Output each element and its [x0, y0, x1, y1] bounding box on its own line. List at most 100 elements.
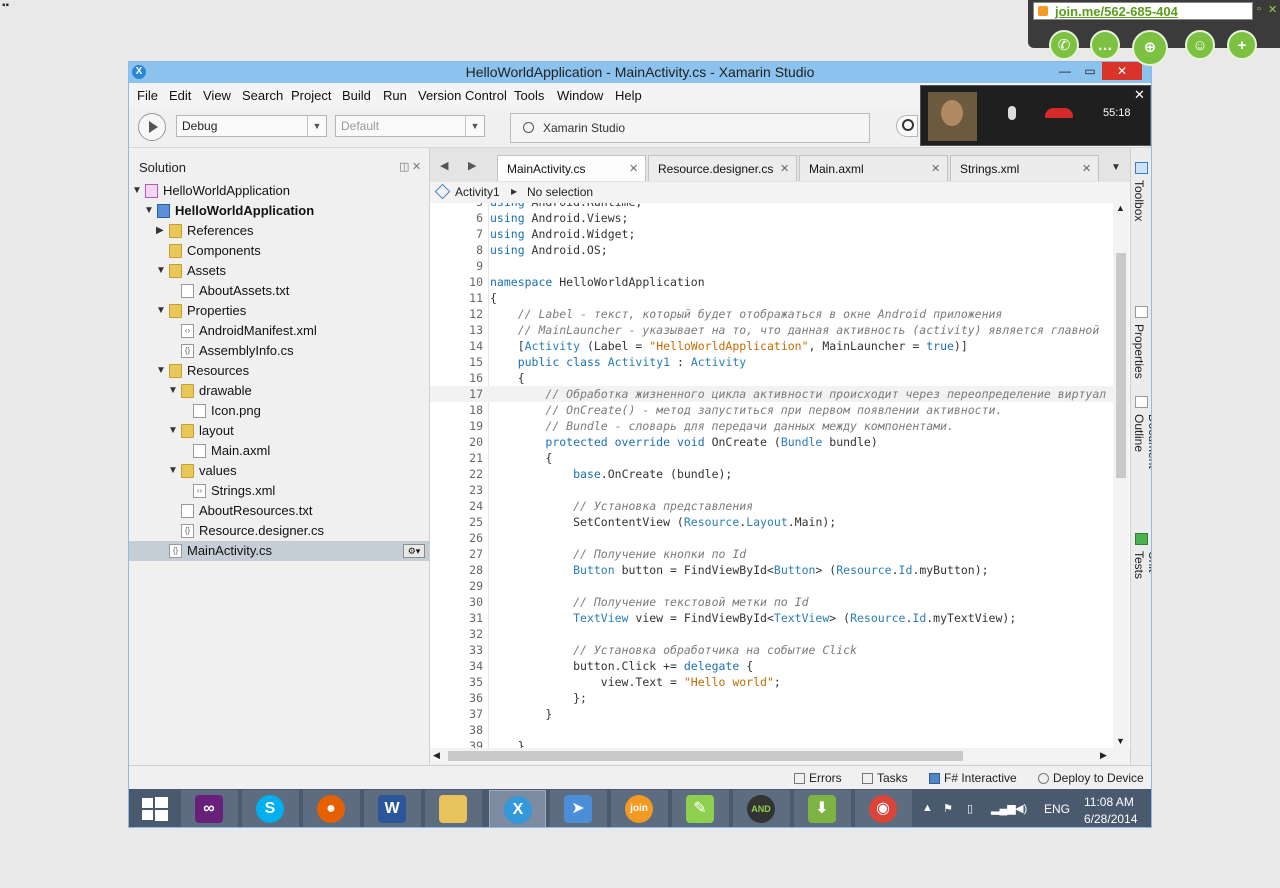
horizontal-scrollbar[interactable]: ◀ ▶: [430, 748, 1130, 764]
start-button[interactable]: [129, 789, 179, 827]
close-icon[interactable]: ✕: [1082, 162, 1091, 175]
code-line[interactable]: 33 // Установка обработчика на событие C…: [430, 642, 1130, 658]
vertical-scrollbar[interactable]: ▲ ▼: [1113, 203, 1129, 748]
scroll-right-icon[interactable]: ▶: [1100, 750, 1107, 761]
code-line[interactable]: 10 namespace HelloWorldApplication: [430, 274, 1130, 290]
tree-item[interactable]: ▶ References: [129, 221, 429, 241]
tree-item[interactable]: ▼ drawable: [129, 381, 429, 401]
taskbar-visual-studio[interactable]: ∞: [181, 790, 238, 827]
errors-pad-button[interactable]: Errors: [794, 771, 842, 785]
tree-item[interactable]: Main.axml: [129, 441, 429, 461]
taskbar-joinme[interactable]: join: [611, 790, 668, 827]
tree-item[interactable]: {} Resource.designer.cs: [129, 521, 429, 541]
code-line[interactable]: 6 using Android.Views;: [430, 210, 1130, 226]
tree-item[interactable]: {} MainActivity.cs ⚙▾: [129, 541, 429, 561]
clock-time[interactable]: 11:08 AM: [1084, 795, 1134, 809]
clock-date[interactable]: 6/28/2014: [1084, 812, 1137, 826]
pad-dock-icon[interactable]: ◫: [399, 160, 409, 173]
menu-run[interactable]: Run: [383, 88, 407, 103]
code-line[interactable]: 12 // Label - текст, который будет отобр…: [430, 306, 1130, 322]
scroll-left-icon[interactable]: ◀: [433, 750, 440, 761]
code-line[interactable]: 19 // Bundle - словарь для передачи данн…: [430, 418, 1130, 434]
tab-nav-left-icon[interactable]: ◀: [440, 159, 448, 172]
network-icon[interactable]: ▂▄▆: [991, 802, 1016, 815]
maximize-button[interactable]: ▭: [1076, 62, 1104, 80]
code-line[interactable]: 37 }: [430, 706, 1130, 722]
taskbar-download[interactable]: ⬇: [794, 790, 851, 827]
expanded-arrow-icon[interactable]: ▼: [168, 421, 178, 441]
menu-window[interactable]: Window: [557, 88, 603, 103]
search-button[interactable]: [896, 115, 918, 137]
tree-item[interactable]: ▼ values: [129, 461, 429, 481]
participants-icon[interactable]: ☺: [1185, 30, 1215, 60]
chat-icon[interactable]: …: [1090, 30, 1120, 60]
code-line[interactable]: 34 button.Click += delegate {: [430, 658, 1130, 674]
path-member[interactable]: No selection: [527, 185, 593, 199]
configuration-select[interactable]: Debug ▼: [176, 115, 327, 137]
tab-resource-designer[interactable]: Resource.designer.cs ✕: [648, 155, 797, 181]
code-line[interactable]: 31 TextView view = FindViewById<TextView…: [430, 610, 1130, 626]
joinme-url-box[interactable]: join.me/562-685-404: [1033, 2, 1253, 20]
hang-up-icon[interactable]: [1045, 108, 1073, 118]
horizontal-scroll-thumb[interactable]: [448, 751, 963, 761]
code-line[interactable]: 14 [Activity (Label = "HelloWorldApplica…: [430, 338, 1130, 354]
code-line[interactable]: 17 // Обработка жизненного цикла активно…: [430, 386, 1130, 402]
menu-edit[interactable]: Edit: [169, 88, 191, 103]
joinme-restore-icon[interactable]: ▫: [1257, 3, 1261, 15]
code-line[interactable]: 21 {: [430, 450, 1130, 466]
tab-main-axml[interactable]: Main.axml ✕: [799, 155, 948, 181]
code-line[interactable]: 35 view.Text = "Hello world";: [430, 674, 1130, 690]
tree-item[interactable]: ▼ HelloWorldApplication: [129, 181, 429, 201]
tree-item[interactable]: ‹› AndroidManifest.xml: [129, 321, 429, 341]
code-line[interactable]: 22 base.OnCreate (bundle);: [430, 466, 1130, 482]
pad-close-icon[interactable]: ✕: [412, 160, 421, 173]
minimize-button[interactable]: —: [1051, 62, 1079, 80]
code-line[interactable]: 11 {: [430, 290, 1130, 306]
code-editor[interactable]: 5 using Android.Runtime; 6 using Android.Vi…: [430, 203, 1130, 748]
taskbar-chrome[interactable]: ◉: [855, 790, 912, 827]
expanded-arrow-icon[interactable]: ▼: [156, 301, 166, 321]
taskbar-file-explorer[interactable]: [425, 790, 482, 827]
tree-item[interactable]: Components: [129, 241, 429, 261]
taskbar-firefox[interactable]: ●: [303, 790, 360, 827]
phone-icon[interactable]: ✆: [1049, 30, 1079, 60]
volume-icon[interactable]: ◀): [1015, 802, 1027, 815]
tab-mainactivity[interactable]: MainActivity.cs ✕: [497, 155, 646, 181]
menu-build[interactable]: Build: [342, 88, 371, 103]
code-line[interactable]: 28 Button button = FindViewById<Button> …: [430, 562, 1130, 578]
expanded-arrow-icon[interactable]: ▼: [168, 461, 178, 481]
taskbar-notepad[interactable]: ✎: [672, 790, 729, 827]
run-button[interactable]: [138, 113, 166, 141]
zoom-icon[interactable]: ⊕: [1132, 30, 1168, 66]
code-line[interactable]: 5 using Android.Runtime;: [430, 203, 1130, 210]
scroll-up-icon[interactable]: ▲: [1116, 203, 1125, 213]
platform-select[interactable]: Default ▼: [335, 115, 485, 137]
code-line[interactable]: 13 // MainLauncher - указывает на то, чт…: [430, 322, 1130, 338]
code-line[interactable]: 38: [430, 722, 1130, 738]
tree-item[interactable]: AboutResources.txt: [129, 501, 429, 521]
tree-item[interactable]: ▼ Assets: [129, 261, 429, 281]
code-line[interactable]: 29: [430, 578, 1130, 594]
tree-item[interactable]: ▼ Properties: [129, 301, 429, 321]
expanded-arrow-icon[interactable]: ▼: [144, 201, 154, 221]
tab-nav-right-icon[interactable]: ▶: [468, 159, 476, 172]
expanded-arrow-icon[interactable]: ▼: [168, 381, 178, 401]
taskbar-word[interactable]: W: [364, 790, 421, 827]
tab-strings-xml[interactable]: Strings.xml ✕: [950, 155, 1099, 181]
close-icon[interactable]: ✕: [780, 162, 789, 175]
code-line[interactable]: 32: [430, 626, 1130, 642]
tasks-pad-button[interactable]: Tasks: [862, 771, 908, 785]
code-line[interactable]: 24 // Установка представления: [430, 498, 1130, 514]
expanded-arrow-icon[interactable]: ▼: [156, 261, 166, 281]
joinme-url[interactable]: join.me/562-685-404: [1055, 4, 1178, 19]
tree-item[interactable]: ‹› Strings.xml: [129, 481, 429, 501]
close-icon[interactable]: ✕: [931, 162, 940, 175]
deploy-to-device-button[interactable]: Deploy to Device: [1038, 771, 1144, 785]
joinme-close-icon[interactable]: ✕: [1268, 3, 1277, 16]
code-line[interactable]: 39 }: [430, 738, 1130, 748]
tree-item[interactable]: ▼ layout: [129, 421, 429, 441]
code-line[interactable]: 23: [430, 482, 1130, 498]
code-line[interactable]: 15 public class Activity1 : Activity: [430, 354, 1130, 370]
expanded-arrow-icon[interactable]: ▼: [132, 181, 142, 201]
taskbar-skype[interactable]: S: [242, 790, 299, 827]
